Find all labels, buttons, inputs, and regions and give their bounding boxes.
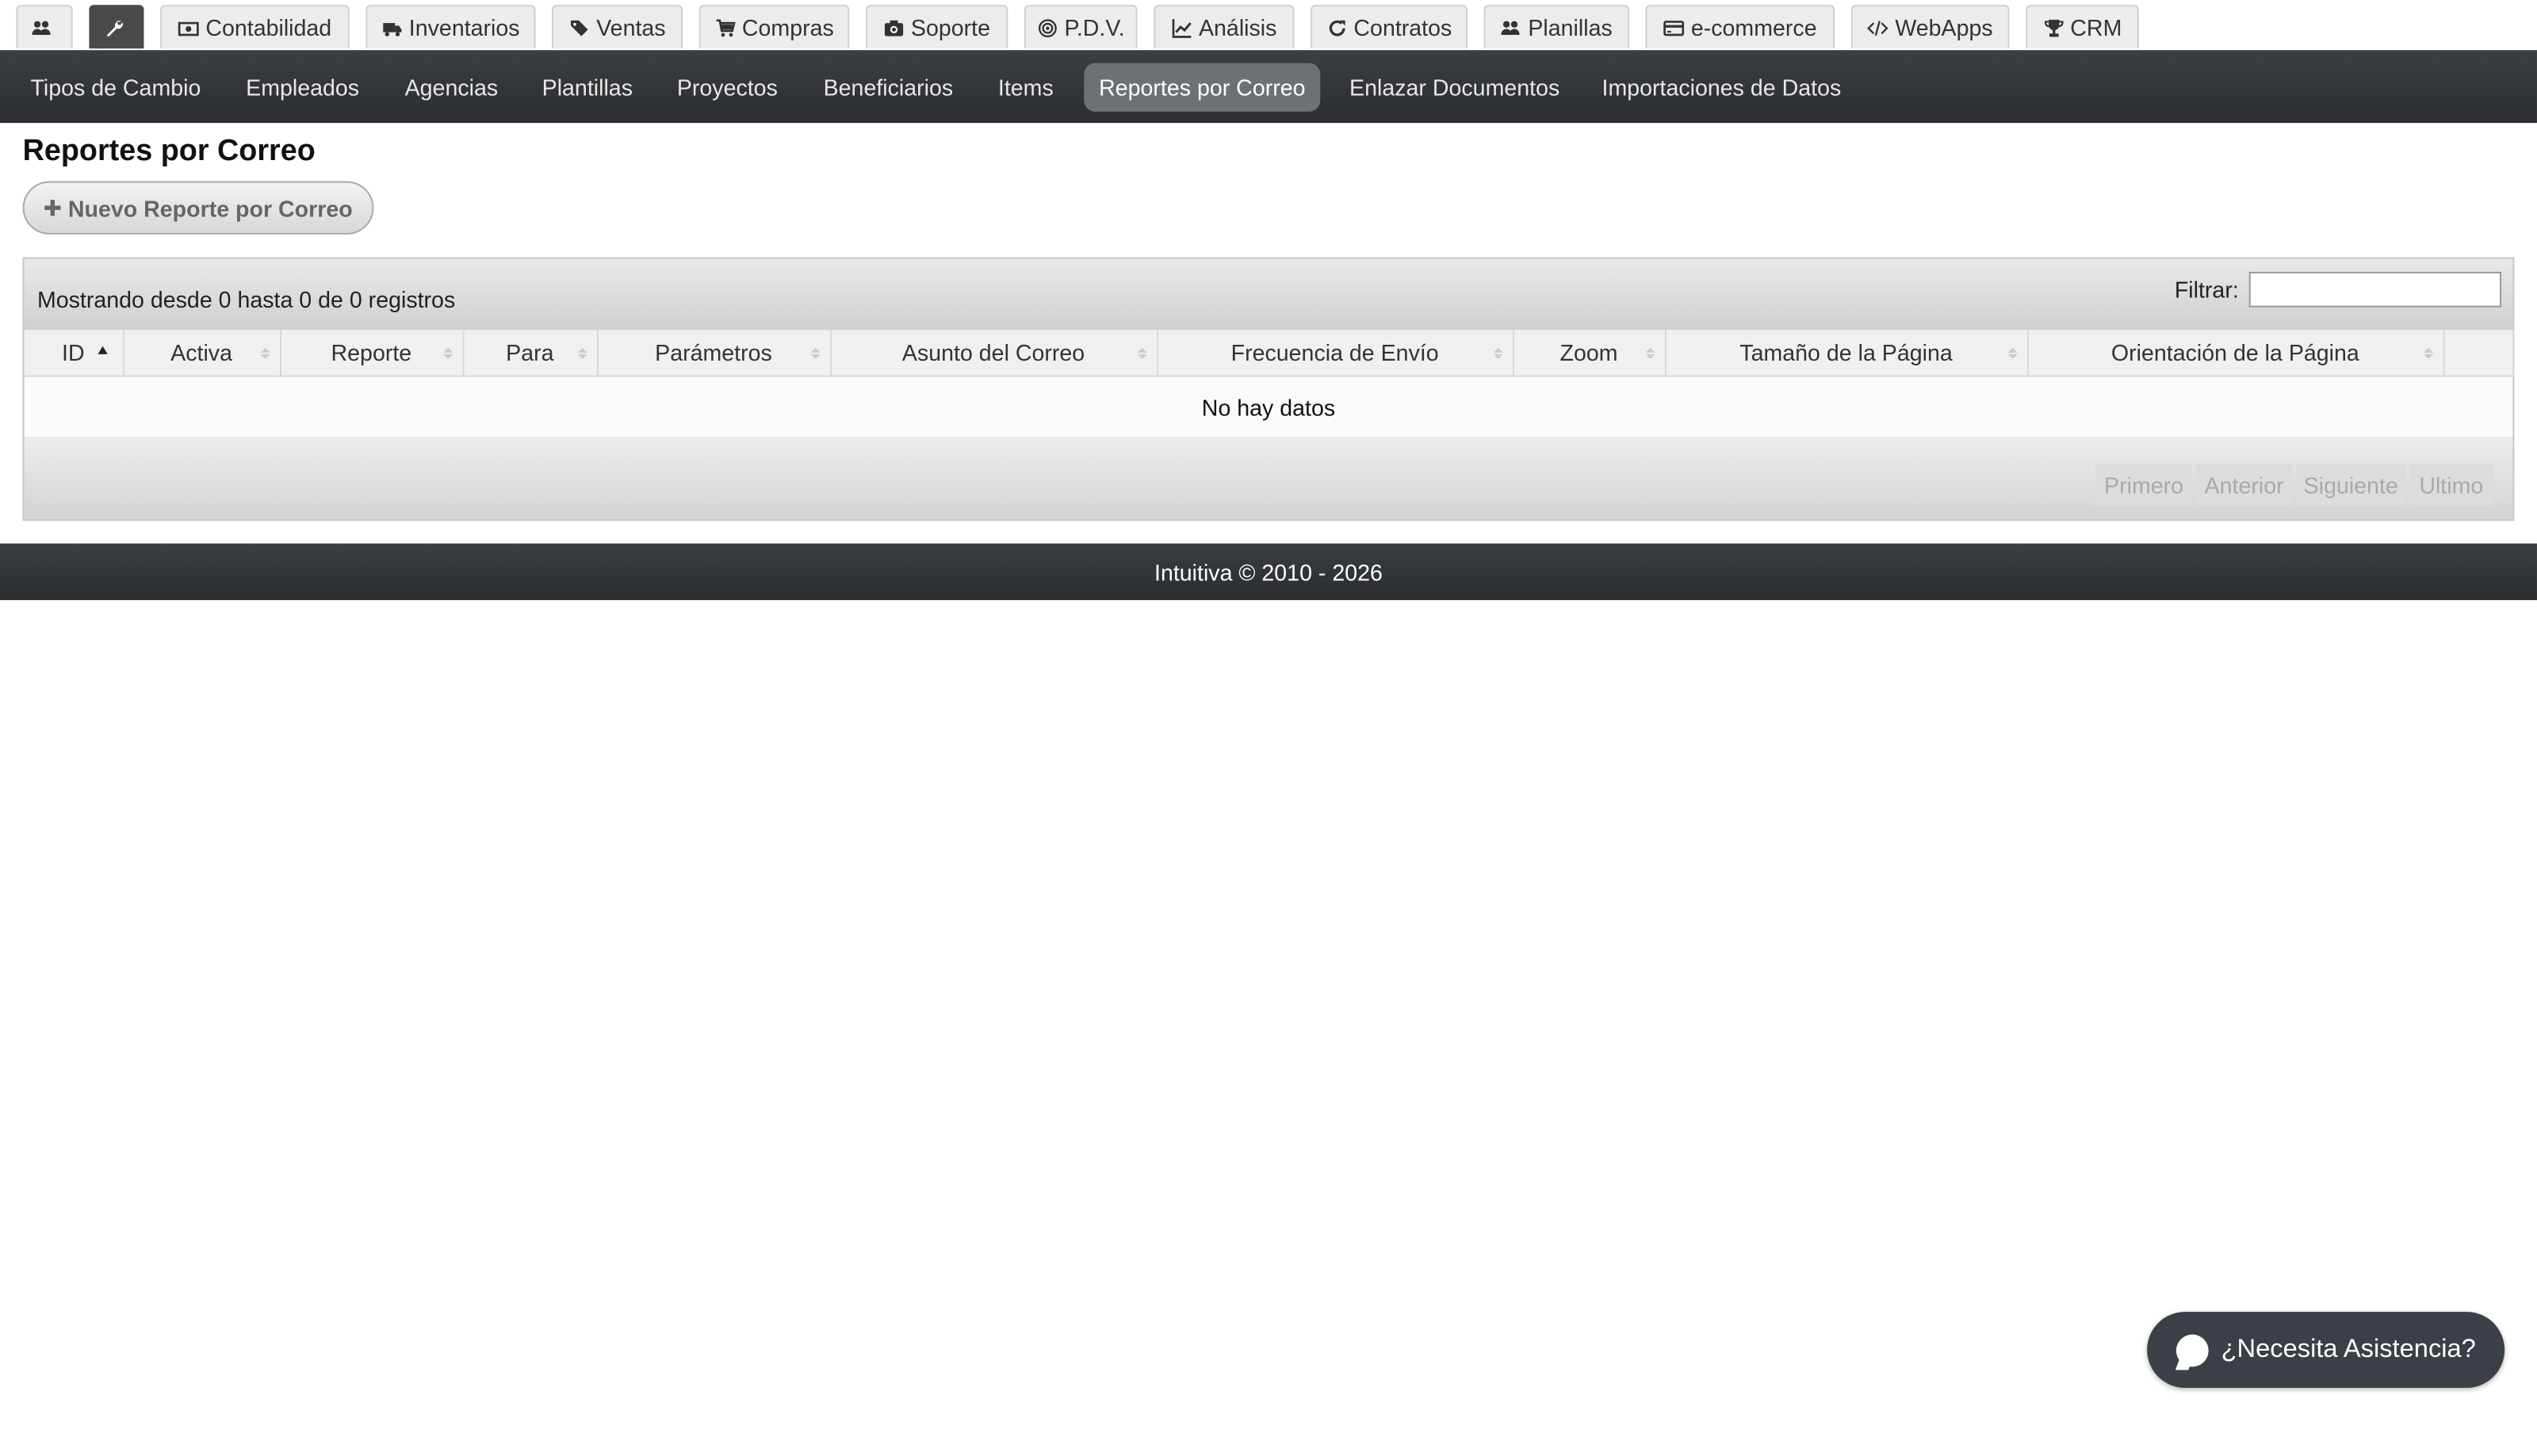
tab-label: P.D.V. (1064, 14, 1125, 41)
nav-item-tipos-de-cambio[interactable]: Tipos de Cambio (16, 63, 215, 112)
sort-icon (1644, 347, 1655, 360)
tab-label: Inventarios (408, 14, 520, 41)
tab-contratos[interactable]: Contratos (1311, 5, 1468, 49)
sort-icon (2423, 347, 2433, 360)
column-header-para[interactable]: Para (462, 330, 599, 377)
column-header-tamano-pagina[interactable]: Tamaño de la Página (1664, 330, 2029, 377)
tab-label: Soporte (910, 14, 991, 41)
app-root: Contabilidad Inventarios Ventas Compras … (0, 0, 2537, 1456)
table-row: No hay datos (24, 376, 2513, 441)
column-header-reporte[interactable]: Reporte (280, 330, 464, 377)
line-chart-icon (1172, 18, 1192, 37)
column-header-parametros[interactable]: Parámetros (597, 330, 831, 377)
section-nav: Tipos de Cambio Empleados Agencias Plant… (0, 50, 2537, 124)
column-header-frecuencia[interactable]: Frecuencia de Envío (1157, 330, 1514, 377)
column-header-orientacion-pagina[interactable]: Orientación de la Página (2027, 330, 2444, 377)
tab-label: CRM (2070, 14, 2122, 41)
money-icon (178, 21, 199, 36)
tab-compras[interactable]: Compras (698, 5, 850, 49)
tab-pdv[interactable]: P.D.V. (1024, 5, 1138, 49)
sort-icon (809, 347, 820, 360)
nav-item-enlazar-documentos[interactable]: Enlazar Documentos (1337, 63, 1573, 112)
records-info: Mostrando desde 0 hasta 0 de 0 registros (36, 286, 456, 312)
tab-label: e-commerce (1690, 14, 1817, 41)
truck-icon (382, 22, 401, 36)
code-icon (1867, 20, 1889, 36)
sort-icon (1492, 347, 1502, 360)
plus-icon (44, 200, 61, 216)
nav-item-agencias[interactable]: Agencias (390, 63, 513, 112)
filter-input[interactable] (2248, 271, 2502, 308)
header-row: ID Activa Reporte Para Parámetros Asunto… (24, 330, 2514, 377)
module-tabs: Contabilidad Inventarios Ventas Compras … (0, 0, 2537, 54)
nav-item-proyectos[interactable]: Proyectos (662, 63, 793, 112)
pagination-bar: Primero Anterior Siguiente Ultimo (24, 437, 2513, 520)
tab-crm[interactable]: CRM (2026, 5, 2139, 49)
tab-label: Análisis (1198, 14, 1277, 41)
tab-soporte[interactable]: Soporte (865, 5, 1008, 49)
tab-contabilidad[interactable]: Contabilidad (160, 5, 350, 49)
credit-card-icon (1663, 20, 1685, 36)
cart-icon (715, 18, 735, 36)
column-header-actions (2443, 330, 2514, 377)
nav-item-reportes-por-correo[interactable]: Reportes por Correo (1084, 63, 1321, 112)
column-header-id[interactable]: ID (24, 330, 124, 377)
sort-icon (2007, 347, 2017, 360)
tab-label: Contabilidad (205, 14, 332, 41)
table-toolbar: Mostrando desde 0 hasta 0 de 0 registros… (24, 258, 2513, 331)
pager-last-button[interactable]: Ultimo (2409, 464, 2493, 506)
data-table: ID Activa Reporte Para Parámetros Asunto… (24, 330, 2514, 441)
page-title: Reportes por Correo (22, 132, 316, 167)
column-header-asunto[interactable]: Asunto del Correo (829, 330, 1158, 377)
tab-settings[interactable] (89, 5, 144, 49)
nav-item-items[interactable]: Items (984, 63, 1068, 112)
help-chat-button[interactable]: ¿Necesita Asistencia? (2147, 1312, 2505, 1389)
tab-label: Contratos (1353, 14, 1452, 41)
wrench-icon (105, 20, 122, 36)
camera-icon (884, 19, 904, 36)
tab-inventarios[interactable]: Inventarios (365, 5, 536, 49)
refresh-icon (1329, 19, 1345, 36)
chat-bubble-icon (2175, 1333, 2209, 1366)
nav-item-empleados[interactable]: Empleados (232, 63, 374, 112)
nav-item-importaciones-de-datos[interactable]: Importaciones de Datos (1589, 63, 1854, 112)
email-reports-table: Mostrando desde 0 hasta 0 de 0 registros… (22, 257, 2515, 522)
filter-label: Filtrar: (2174, 276, 2239, 303)
nav-item-beneficiarios[interactable]: Beneficiarios (809, 63, 967, 112)
sort-icon (442, 347, 453, 360)
users-icon (1502, 20, 1521, 34)
new-email-report-label: Nuevo Reporte por Correo (67, 194, 353, 221)
tab-ventas[interactable]: Ventas (551, 5, 683, 49)
tab-label: Compras (741, 14, 834, 41)
tab-label: WebApps (1895, 14, 1993, 41)
target-icon (1038, 18, 1057, 37)
pager-next-button[interactable]: Siguiente (2295, 464, 2406, 506)
pager-previous-button[interactable]: Anterior (2195, 464, 2293, 506)
tab-label: Planillas (1528, 14, 1613, 41)
tab-webapps[interactable]: WebApps (1850, 5, 2010, 49)
trophy-icon (2044, 18, 2063, 36)
nav-item-plantillas[interactable]: Plantillas (529, 63, 645, 112)
new-email-report-button[interactable]: Nuevo Reporte por Correo (22, 181, 374, 235)
sort-icon (259, 347, 270, 360)
footer-copyright: Intuitiva © 2010 - 2026 (1154, 559, 1383, 585)
column-header-zoom[interactable]: Zoom (1513, 330, 1666, 377)
users-icon (32, 20, 51, 34)
sort-icon (576, 347, 587, 360)
tab-analisis[interactable]: Análisis (1154, 5, 1295, 49)
help-chat-label: ¿Necesita Asistencia? (2221, 1335, 2476, 1363)
tab-label: Ventas (596, 14, 666, 41)
tab-planillas[interactable]: Planillas (1483, 5, 1630, 49)
sort-ascending-icon (97, 346, 107, 354)
tab-users[interactable] (16, 5, 73, 49)
tab-ecommerce[interactable]: e-commerce (1645, 5, 1835, 49)
tags-icon (570, 19, 587, 36)
sort-icon (1136, 347, 1146, 360)
empty-table-message: No hay datos (24, 376, 2513, 441)
pager-first-button[interactable]: Primero (2095, 464, 2193, 506)
page-footer: Intuitiva © 2010 - 2026 (0, 543, 2537, 601)
column-header-activa[interactable]: Activa (123, 330, 281, 377)
